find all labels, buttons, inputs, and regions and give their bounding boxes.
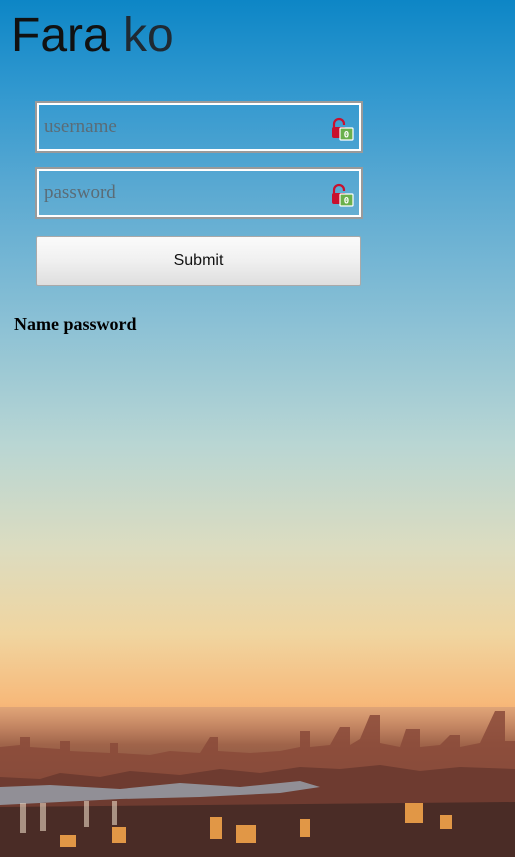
svg-text:0: 0 [344, 197, 349, 207]
svg-text:0: 0 [344, 131, 349, 141]
password-manager-lock-icon[interactable]: 0 [329, 182, 355, 208]
username-input[interactable] [41, 107, 324, 147]
password-manager-lock-icon[interactable]: 0 [329, 116, 355, 142]
username-field-container: 0 [35, 101, 363, 153]
result-text: Name password [14, 314, 137, 334]
password-input[interactable] [41, 173, 324, 213]
title-part-2: ko [123, 9, 174, 62]
page-title: Fara ko [11, 6, 174, 66]
title-part-1: Fara [11, 9, 110, 62]
password-field-container: 0 [35, 167, 363, 219]
submit-button[interactable]: Submit [36, 236, 361, 286]
city-skyline-background [0, 707, 515, 857]
